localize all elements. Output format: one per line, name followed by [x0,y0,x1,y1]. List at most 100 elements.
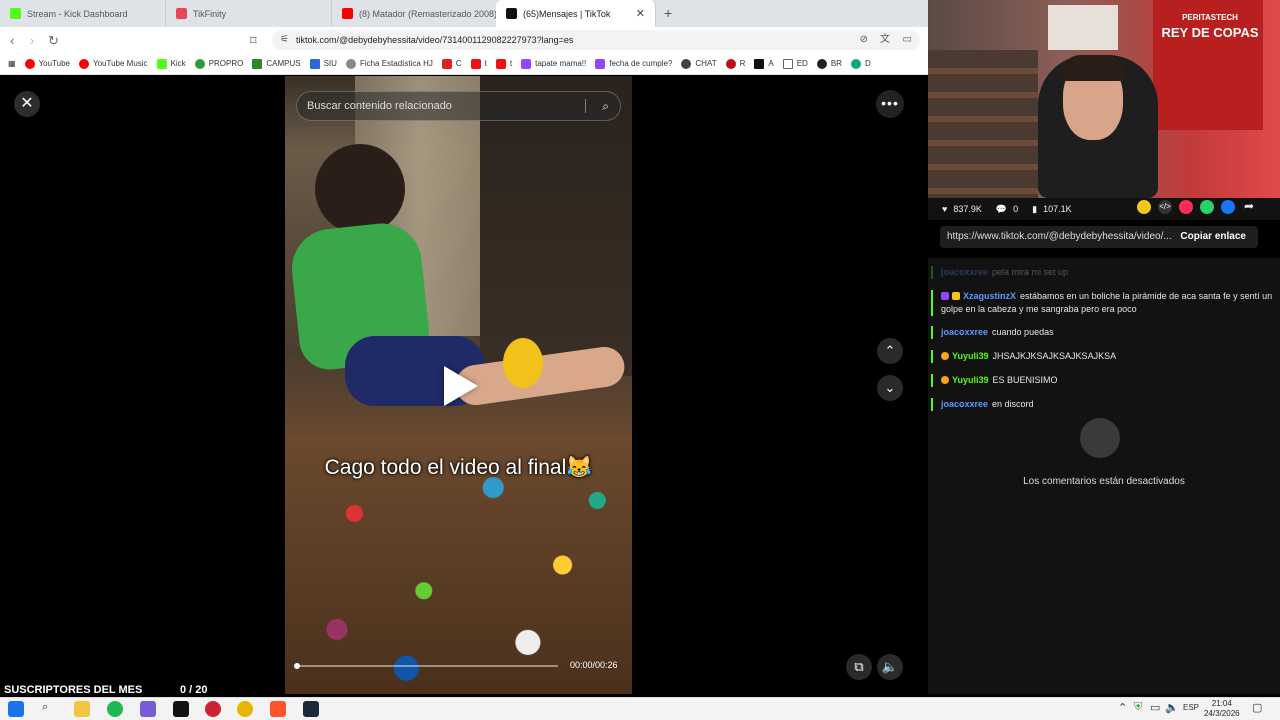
share-friends-icon[interactable] [1179,200,1193,214]
embed-icon[interactable]: </> [1158,200,1172,214]
bookmark-c[interactable]: C [441,58,462,69]
bookmark-youtube[interactable]: YouTube [24,58,70,69]
bookmark-chat[interactable]: CHAT [681,58,717,69]
save-button[interactable]: ▮ 107.1K [1032,204,1071,215]
bookmark-tapate[interactable]: tapate mama!! [521,58,586,69]
bookmark-a[interactable]: A [754,58,774,69]
share-arrow-icon[interactable]: ➦ [1244,199,1254,213]
eye-off-icon[interactable]: ⊘ [860,30,868,50]
forward-icon[interactable]: › [30,33,34,48]
tab-bar: Stream - Kick Dashboard TikFinity (8) Ma… [0,0,928,27]
notifications-icon[interactable]: ▢ [1252,701,1262,714]
like-button[interactable]: ♥ 837.9K [942,204,982,214]
copy-link-button[interactable]: Copiar enlace [1180,226,1246,248]
steam-icon[interactable] [303,701,319,717]
tikfinity-icon [176,8,187,19]
poster-text: PERITASTECH REY DE COPAS [1160,10,1260,40]
related-search-input[interactable]: Buscar contenido relacionado ⌕ [296,91,621,121]
chrome-icon[interactable] [237,701,253,717]
webcam-shelf [928,50,1038,198]
close-tab-icon[interactable]: ✕ [636,7,645,20]
back-icon[interactable]: ‹ [10,33,14,48]
brave-icon[interactable] [270,701,286,717]
new-tab-button[interactable]: + [664,5,672,21]
bookmark-ed[interactable]: ED [782,58,808,69]
app-icon[interactable] [205,701,221,717]
video-player[interactable]: Buscar contenido relacionado ⌕ Cago todo… [285,76,632,694]
bookmark-d[interactable]: D [850,58,871,69]
tiktok-icon[interactable] [173,701,189,717]
spotify-icon[interactable] [107,701,123,717]
bookmark-page-icon[interactable]: ⌑ [250,33,257,49]
subs-label: SUSCRIPTORES DEL MES [4,684,143,696]
windows-start-icon[interactable] [8,701,24,717]
bookmark-label: A [768,59,774,68]
share-emoji-icon[interactable] [1137,200,1151,214]
translate-icon[interactable]: 文 [880,30,890,50]
close-viewer-button[interactable]: ✕ [14,91,40,117]
bookmark-youtube-music[interactable]: YouTube Music [79,58,148,69]
like-count: 837.9K [953,204,982,214]
bookmark-kick[interactable]: Kick [156,58,186,69]
clock[interactable]: 21:04 24/3/2026 [1204,699,1240,719]
discord-icon[interactable] [140,701,156,717]
tab-youtube-matador[interactable]: (8) Matador (Remasterizado 2008) - Y [332,0,498,27]
comment-icon: 💬 [995,203,1008,214]
webcam-poster [1048,5,1118,50]
progress-knob[interactable] [294,663,300,669]
pip-icon[interactable]: ⧉ [846,654,872,680]
chevron-up-icon[interactable]: ⌃ [1118,701,1127,714]
bookmark-r[interactable]: R [725,58,745,69]
bookmark-icon: ▮ [1032,203,1038,214]
youtube-icon [495,58,506,69]
reload-icon[interactable]: ↻ [48,33,59,49]
comment-button[interactable]: 💬 0 [996,204,1018,215]
progress-bar[interactable] [294,663,558,669]
chat-username: joacoxxree [941,327,989,337]
previous-video-button[interactable]: ⌃ [877,338,903,364]
network-icon[interactable]: ▭ [1150,701,1160,714]
tab-tikfinity[interactable]: TikFinity [166,0,332,27]
chat-message: joacoxxree cuando puedas [931,326,1277,339]
cast-icon[interactable]: ▭ [903,30,912,50]
tab-kick-dashboard[interactable]: Stream - Kick Dashboard [0,0,166,27]
bookmarks-bar: ▦ YouTube YouTube Music Kick PROPRO CAMP… [0,53,928,75]
search-icon[interactable]: ⌕ [42,701,48,714]
bookmark-br[interactable]: BR [816,58,842,69]
tab-title: TikFinity [193,8,227,19]
bookmark-label: CAMPUS [266,59,301,68]
chat-text: cuando puedas [992,327,1054,337]
file-explorer-icon[interactable] [74,701,90,717]
subs-count: 0 / 20 [180,684,208,696]
volume-icon[interactable]: 🔈 [1165,701,1179,714]
share-link-box[interactable]: https://www.tiktok.com/@debydebyhessita/… [940,226,1258,248]
apps-grid-icon[interactable]: ▦ [8,59,16,68]
tab-title: (65)Mensajes | TikTok [523,8,611,19]
bookmark-campus[interactable]: CAMPUS [252,58,301,69]
chat-username: joacoxxree [941,267,989,277]
bookmark-t1[interactable]: t [470,58,487,69]
next-video-button[interactable]: ⌄ [877,375,903,401]
bookmark-t2[interactable]: t [495,58,512,69]
warning-badge-icon [941,376,949,384]
bookmark-ficha[interactable]: Ficha Estadística HJ [345,58,433,69]
play-icon[interactable] [444,366,478,406]
whatsapp-icon[interactable] [1200,200,1214,214]
search-icon[interactable]: ⌕ [602,92,609,120]
url-field[interactable]: ⚟ tiktok.com/@debydebyhessita/video/7314… [272,30,920,50]
volume-icon[interactable]: 🔈 [877,654,903,680]
bookmark-label: SIU [323,59,337,68]
shield-icon[interactable]: ⛨ [1134,701,1142,714]
heart-icon: ♥ [942,204,948,214]
bookmark-propro[interactable]: PROPRO [194,58,243,69]
facebook-icon[interactable] [1221,200,1235,214]
site-info-icon[interactable]: ⚟ [280,30,289,50]
tab-tiktok-mensajes[interactable]: (65)Mensajes | TikTok ✕ [496,0,656,27]
bookmark-siu[interactable]: SIU [309,58,337,69]
clock-date: 24/3/2026 [1204,709,1240,718]
more-options-button[interactable]: ••• [876,90,904,118]
bookmark-cumple[interactable]: fecha de cumple? [595,58,672,69]
bookmark-label: CHAT [695,59,717,68]
bookmark-label: Kick [170,59,186,68]
language-indicator[interactable]: ESP [1183,703,1199,712]
